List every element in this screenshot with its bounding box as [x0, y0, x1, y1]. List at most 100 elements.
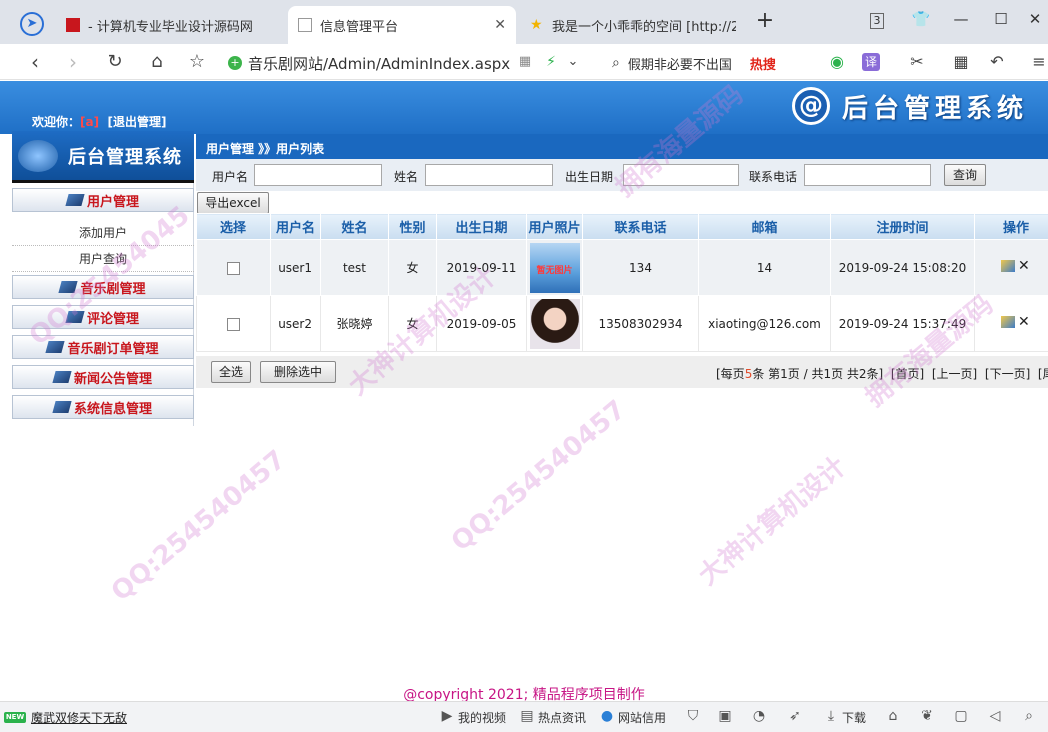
username-input[interactable] — [254, 164, 382, 186]
sidebar-logo-text: 后台管理系统 — [68, 146, 182, 168]
hot-search-label[interactable]: 热搜 — [750, 54, 776, 73]
undo-icon[interactable]: ↶ — [984, 50, 1010, 74]
menu-order-management[interactable]: 音乐剧订单管理 — [12, 335, 194, 359]
site-favicon-icon — [66, 18, 80, 32]
welcome-label: 欢迎你： — [32, 115, 81, 129]
sidebar: 后台管理系统 用户管理 添加用户 用户查询 音乐剧管理 评论管理 音乐剧订单管理… — [12, 131, 194, 426]
secure-shield-icon: + — [228, 56, 242, 70]
apps-grid-icon[interactable]: ▦ — [948, 50, 974, 74]
cell-birth: 2019-09-05 — [436, 295, 527, 352]
export-excel-button[interactable]: 导出excel — [197, 192, 269, 214]
submenu-add-user[interactable]: 添加用户 — [12, 220, 194, 246]
birth-input[interactable] — [623, 164, 739, 186]
pager-next[interactable]: [下一页] — [985, 367, 1030, 381]
back-icon[interactable]: ‹ — [22, 50, 48, 74]
zoom-search-icon[interactable]: ⌕ — [1020, 708, 1038, 724]
logout-link[interactable]: [退出管理] — [107, 115, 166, 129]
rocket-icon[interactable]: ➶ — [786, 708, 804, 724]
edit-icon[interactable] — [1001, 316, 1015, 328]
phone-input[interactable] — [804, 164, 931, 186]
my-video-link[interactable]: 我的视频 — [458, 709, 506, 726]
image-icon[interactable]: ▣ — [716, 708, 734, 724]
tab-info-platform[interactable]: 信息管理平台 ✕ — [288, 6, 516, 44]
user-photo[interactable] — [529, 298, 580, 349]
query-button[interactable]: 查询 — [944, 164, 986, 186]
video-icon: ▶ — [441, 708, 453, 724]
tab-qzone[interactable]: ★ 我是一个小乖乖的空间 [http://2 — [520, 6, 746, 44]
hot-news-link[interactable]: 热点资讯 — [538, 709, 586, 726]
volume-icon[interactable]: ◁ — [986, 708, 1004, 724]
reload-icon[interactable]: ↻ — [102, 50, 128, 74]
translate-icon[interactable]: 译 — [862, 53, 880, 71]
menu-icon[interactable]: ≡ — [1026, 50, 1048, 74]
tab-count-badge[interactable]: 3 — [870, 13, 884, 29]
maximize-icon[interactable]: ☐ — [990, 10, 1012, 28]
name-input[interactable] — [425, 164, 553, 186]
cell-gender: 女 — [388, 239, 437, 296]
shirt-icon[interactable]: 👕 — [910, 10, 932, 28]
birth-label: 出生日期 — [565, 170, 614, 184]
download-link[interactable]: 下载 — [842, 709, 866, 726]
star-favicon-icon: ★ — [530, 17, 543, 33]
browser-logo-icon[interactable]: ➤ — [20, 12, 44, 36]
page-header: 欢迎你：[a] [退出管理] @ 后台管理系统 — [0, 81, 1048, 134]
leaf-icon[interactable]: ❦ — [918, 708, 936, 724]
menu-musical-management[interactable]: 音乐剧管理 — [12, 275, 194, 299]
row-checkbox[interactable] — [227, 317, 240, 331]
menu-news-management[interactable]: 新闻公告管理 — [12, 365, 194, 389]
menu-label: 用户管理 — [86, 194, 139, 210]
new-tab-button[interactable]: + — [754, 8, 776, 33]
col-actions: 操作 — [974, 213, 1048, 240]
delete-icon[interactable]: ✕ — [1018, 259, 1030, 273]
pager-first[interactable]: [首页] — [891, 367, 924, 381]
close-tab-icon[interactable]: ✕ — [494, 17, 506, 33]
col-photo: 用户照片 — [526, 213, 583, 240]
game-icon[interactable]: ⌂ — [884, 708, 902, 724]
delete-selected-button[interactable]: 删除选中 — [260, 361, 336, 383]
dropdown-chevron-icon[interactable]: ⌄ — [560, 50, 586, 74]
pager-last[interactable]: [尾页] — [1038, 367, 1048, 381]
site-credit-link[interactable]: 网站信用 — [618, 709, 666, 726]
cell-birth: 2019-09-11 — [436, 239, 527, 296]
tab-source-site[interactable]: - 计算机专业毕业设计源码网 — [56, 6, 284, 44]
name-label: 姓名 — [394, 170, 419, 184]
close-window-icon[interactable]: ✕ — [1024, 10, 1046, 28]
browser-tab-bar: ➤ - 计算机专业毕业设计源码网 信息管理平台 ✕ ★ 我是一个小乖乖的空间 [… — [0, 0, 1048, 44]
select-all-button[interactable]: 全选 — [211, 361, 251, 383]
forward-icon[interactable]: › — [60, 50, 86, 74]
green-circle-icon[interactable]: ◉ — [824, 50, 850, 74]
phone-label: 联系电话 — [749, 170, 798, 184]
shield-icon[interactable]: ⛉ — [684, 708, 702, 724]
photo-placeholder-text: 暂无图片 — [536, 265, 573, 276]
tab-title: 我是一个小乖乖的空间 [http://2 — [552, 19, 736, 35]
search-box[interactable]: ⌕ 假期非必要不出国 热搜 — [612, 50, 812, 76]
menu-label: 评论管理 — [86, 311, 139, 327]
search-text: 假期非必要不出国 — [627, 57, 732, 73]
cell-photo: 暂无图片 — [526, 239, 583, 296]
menu-user-management[interactable]: 用户管理 — [12, 188, 194, 212]
user-photo[interactable]: 暂无图片 — [529, 242, 580, 293]
edit-icon[interactable] — [1001, 260, 1015, 272]
news-link[interactable]: 魔武双修天下无敌 — [31, 709, 127, 726]
pager-prev[interactable]: [上一页] — [932, 367, 977, 381]
speed-icon[interactable]: ◔ — [750, 708, 768, 724]
menu-label: 音乐剧订单管理 — [67, 341, 159, 357]
qr-icon[interactable]: ▦ — [512, 50, 538, 74]
delete-icon[interactable]: ✕ — [1018, 315, 1030, 329]
minimize-icon[interactable]: — — [950, 10, 972, 28]
cell-phone: 134 — [582, 239, 699, 296]
scissors-icon[interactable]: ✂ — [904, 50, 930, 74]
web-page: 欢迎你：[a] [退出管理] @ 后台管理系统 用户管理 》》用户列表 后台管理… — [0, 80, 1048, 703]
window-icon[interactable]: ▢ — [952, 708, 970, 724]
col-registered: 注册时间 — [830, 213, 975, 240]
menu-system-management[interactable]: 系统信息管理 — [12, 395, 194, 419]
page-favicon-icon — [298, 18, 312, 32]
row-checkbox[interactable] — [227, 261, 240, 275]
submenu-user-query[interactable]: 用户查询 — [12, 246, 194, 272]
pager-summary: 条 第1页 / 共1页 共2条] — [752, 367, 884, 381]
bookmark-star-icon[interactable]: ☆ — [184, 50, 210, 74]
menu-comment-management[interactable]: 评论管理 — [12, 305, 194, 329]
home-icon[interactable]: ⌂ — [144, 50, 170, 74]
table-footer: 全选 删除选中 [每页5条 第1页 / 共1页 共2条] [首页] [上一页] … — [196, 356, 1048, 388]
brand: @ 后台管理系统 — [791, 87, 1028, 125]
